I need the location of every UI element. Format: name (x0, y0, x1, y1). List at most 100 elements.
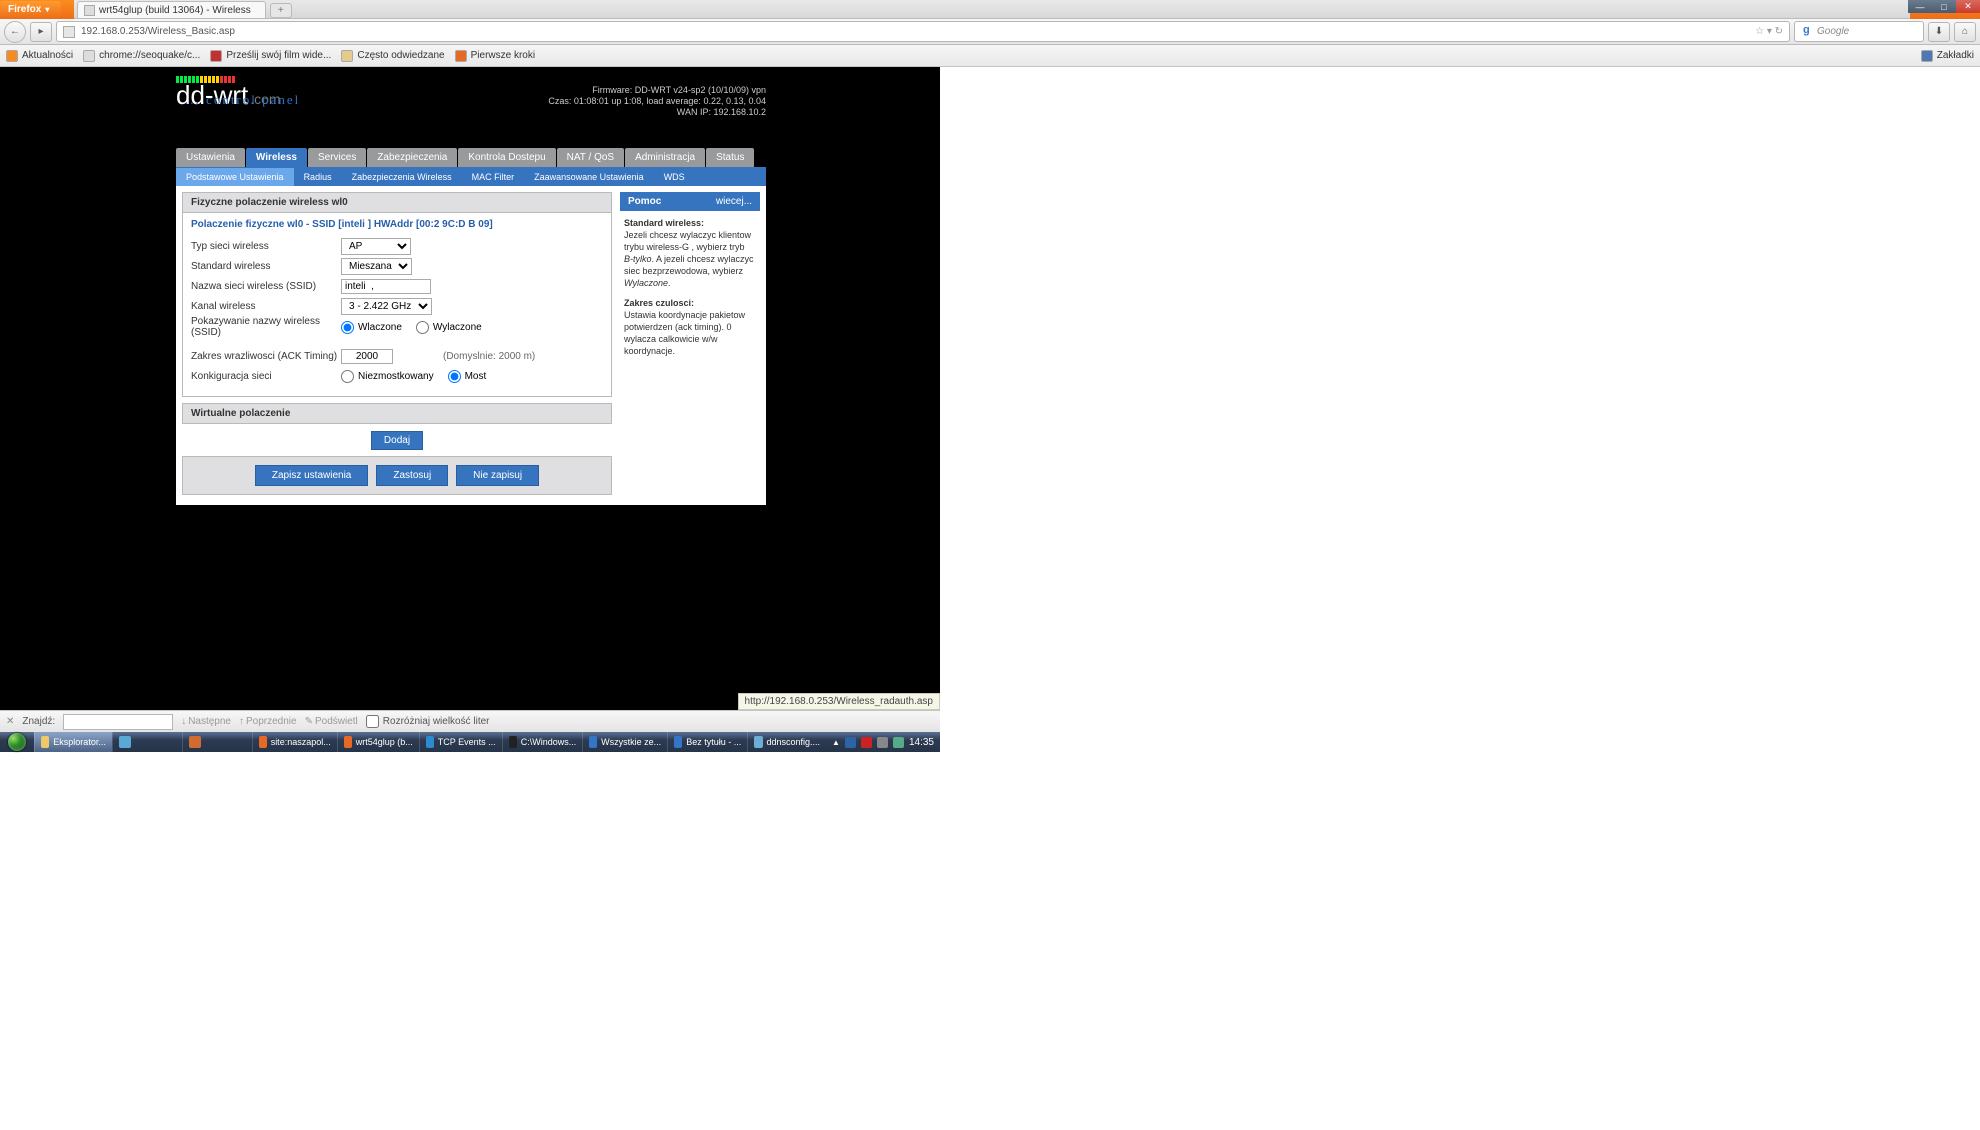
start-button[interactable] (0, 732, 34, 752)
bookmark-item[interactable]: chrome://seoquake/c... (83, 50, 200, 62)
taskbar-item[interactable]: Bez tytułu - ... (667, 732, 747, 752)
radio-bridged[interactable] (448, 370, 461, 383)
virtual-add-row: Dodaj (182, 424, 612, 456)
folder-icon (41, 736, 49, 748)
input-ack[interactable] (341, 349, 393, 364)
label-std: Standard wireless (191, 261, 341, 272)
bookmark-item[interactable]: Aktualności (6, 50, 73, 62)
app-icon (754, 736, 762, 748)
tab-strip: wrt54glup (build 13064) - Wireless + (74, 0, 1910, 19)
forward-button[interactable]: ▸ (30, 22, 52, 42)
cancel-button[interactable]: Nie zapisuj (456, 465, 539, 486)
apply-button[interactable]: Zastosuj (376, 465, 448, 486)
tab-admin[interactable]: Administracja (625, 148, 705, 167)
find-matchcase-checkbox[interactable] (366, 715, 379, 728)
taskbar-item[interactable]: Wszystkie ze... (582, 732, 667, 752)
window-maximize[interactable]: □ (1932, 0, 1956, 13)
tray-icon[interactable] (845, 737, 856, 748)
radio-unbridged[interactable] (341, 370, 354, 383)
status-link-preview: http://192.168.0.253/Wireless_radauth.as… (738, 693, 940, 710)
router-stats: Firmware: DD-WRT v24-sp2 (10/10/09) vpn … (176, 85, 766, 118)
help-h2: Zakres czulosci: (624, 297, 756, 309)
firefox-menu-button[interactable]: Firefox (0, 1, 61, 18)
tab-security[interactable]: Zabezpieczenia (367, 148, 457, 167)
back-button[interactable]: ← (4, 21, 26, 43)
radio-broadcast-off[interactable] (416, 321, 429, 334)
taskbar-item[interactable] (112, 732, 182, 752)
subtab-radius[interactable]: Radius (294, 168, 342, 186)
help-text: Jezeli chcesz wylaczyc klientow trybu wi… (624, 230, 751, 252)
taskbar-item[interactable]: Eksplorator... (34, 732, 112, 752)
bookmarks-icon (1921, 50, 1933, 62)
start-orb-icon (8, 733, 26, 751)
bookmarks-menu-button[interactable]: Zakładki (1921, 50, 1974, 62)
home-button[interactable]: ⌂ (1954, 22, 1976, 42)
bookmark-label: Zakładki (1937, 50, 1974, 61)
bookmark-item[interactable]: Pierwsze kroki (455, 50, 535, 62)
bookmark-item[interactable]: Prześlij swój film wide... (210, 50, 331, 62)
save-button[interactable]: Zapisz ustawienia (255, 465, 368, 486)
find-highlight-button[interactable]: ✎ Podświetl (305, 716, 358, 727)
cmd-icon (509, 736, 517, 748)
task-label: Bez tytułu - ... (686, 737, 741, 747)
find-prev-label: Poprzednie (246, 716, 297, 727)
content-viewport: dd-wrt.com ... control panel Firmware: D… (0, 67, 940, 710)
add-button[interactable]: Dodaj (371, 431, 423, 450)
find-prev-button[interactable]: ↑ Poprzednie (239, 716, 297, 727)
tab-setup[interactable]: Ustawienia (176, 148, 245, 167)
taskbar-item[interactable]: C:\Windows... (502, 732, 583, 752)
bookmarks-bar: Aktualności chrome://seoquake/c... Prześ… (0, 45, 1980, 67)
clock[interactable]: 14:35 (909, 737, 934, 748)
tab-status[interactable]: Status (706, 148, 754, 167)
task-label: Eksplorator... (53, 737, 106, 747)
help-more-link[interactable]: wiecej... (716, 196, 752, 207)
help-text: Ustawia koordynacje pakietow potwierdzen… (624, 310, 745, 356)
ie-icon (674, 736, 682, 748)
label-unbridged: Niezmostkowany (358, 371, 434, 382)
taskbar-item[interactable]: wrt54glup (b... (337, 732, 419, 752)
window-close[interactable]: ✕ (1956, 0, 1980, 13)
taskbar-item[interactable]: ddnsconfig.... (747, 732, 826, 752)
action-bar: Zapisz ustawienia Zastosuj Nie zapisuj (182, 456, 612, 495)
tray-icon[interactable] (861, 737, 872, 748)
new-tab-button[interactable]: + (270, 3, 292, 18)
downloads-button[interactable]: ⬇ (1928, 22, 1950, 42)
window-minimize[interactable]: — (1908, 0, 1932, 13)
bookmark-label: Prześlij swój film wide... (226, 50, 331, 61)
subtab-wireless-security[interactable]: Zabezpieczenia Wireless (342, 168, 462, 186)
select-channel[interactable]: 3 - 2.422 GHz (341, 298, 432, 315)
tab-wireless[interactable]: Wireless (246, 148, 307, 167)
select-standard[interactable]: Mieszana (341, 258, 412, 275)
tab-services[interactable]: Services (308, 148, 366, 167)
subtab-mac-filter[interactable]: MAC Filter (462, 168, 525, 186)
firefox-titlebar: Firefox wrt54glup (build 13064) - Wirele… (0, 0, 1980, 19)
radio-broadcast-on[interactable] (341, 321, 354, 334)
tab-nat[interactable]: NAT / QoS (557, 148, 624, 167)
url-tools: ☆ ▾ ↻ (1755, 26, 1783, 37)
site-identity-icon[interactable] (63, 26, 75, 38)
select-type[interactable]: AP (341, 238, 411, 255)
subtab-wds[interactable]: WDS (654, 168, 695, 186)
help-title: Pomoc (628, 196, 661, 207)
url-bar[interactable]: 192.168.0.253/Wireless_Basic.asp ☆ ▾ ↻ (56, 21, 1790, 42)
taskbar-item[interactable]: TCP Events ... (419, 732, 502, 752)
bookmark-item[interactable]: Często odwiedzane (341, 50, 444, 62)
volume-icon[interactable] (877, 737, 888, 748)
system-tray[interactable]: ▲ 14:35 (826, 732, 940, 752)
subtab-advanced[interactable]: Zaawansowane Ustawienia (524, 168, 654, 186)
tab-access[interactable]: Kontrola Dostepu (458, 148, 555, 167)
network-icon[interactable] (893, 737, 904, 748)
find-next-button[interactable]: ↓ Następne (181, 716, 231, 727)
form-physical: Polaczenie fizyczne wl0 - SSID [inteli ]… (182, 213, 612, 397)
find-input[interactable] (63, 714, 173, 730)
find-close-icon[interactable]: ✕ (6, 716, 14, 727)
browser-tab-active[interactable]: wrt54glup (build 13064) - Wireless (77, 1, 266, 18)
connection-title: Polaczenie fizyczne wl0 - SSID [inteli ]… (191, 219, 603, 230)
panel-area: Fizyczne polaczenie wireless wl0 Polacze… (176, 186, 766, 505)
taskbar-item[interactable] (182, 732, 252, 752)
taskbar-item[interactable]: site:naszapol... (252, 732, 337, 752)
input-ssid[interactable] (341, 279, 431, 294)
search-box[interactable]: Google (1794, 21, 1924, 42)
folder-icon (341, 50, 353, 62)
subtab-basic[interactable]: Podstawowe Ustawienia (176, 168, 294, 186)
